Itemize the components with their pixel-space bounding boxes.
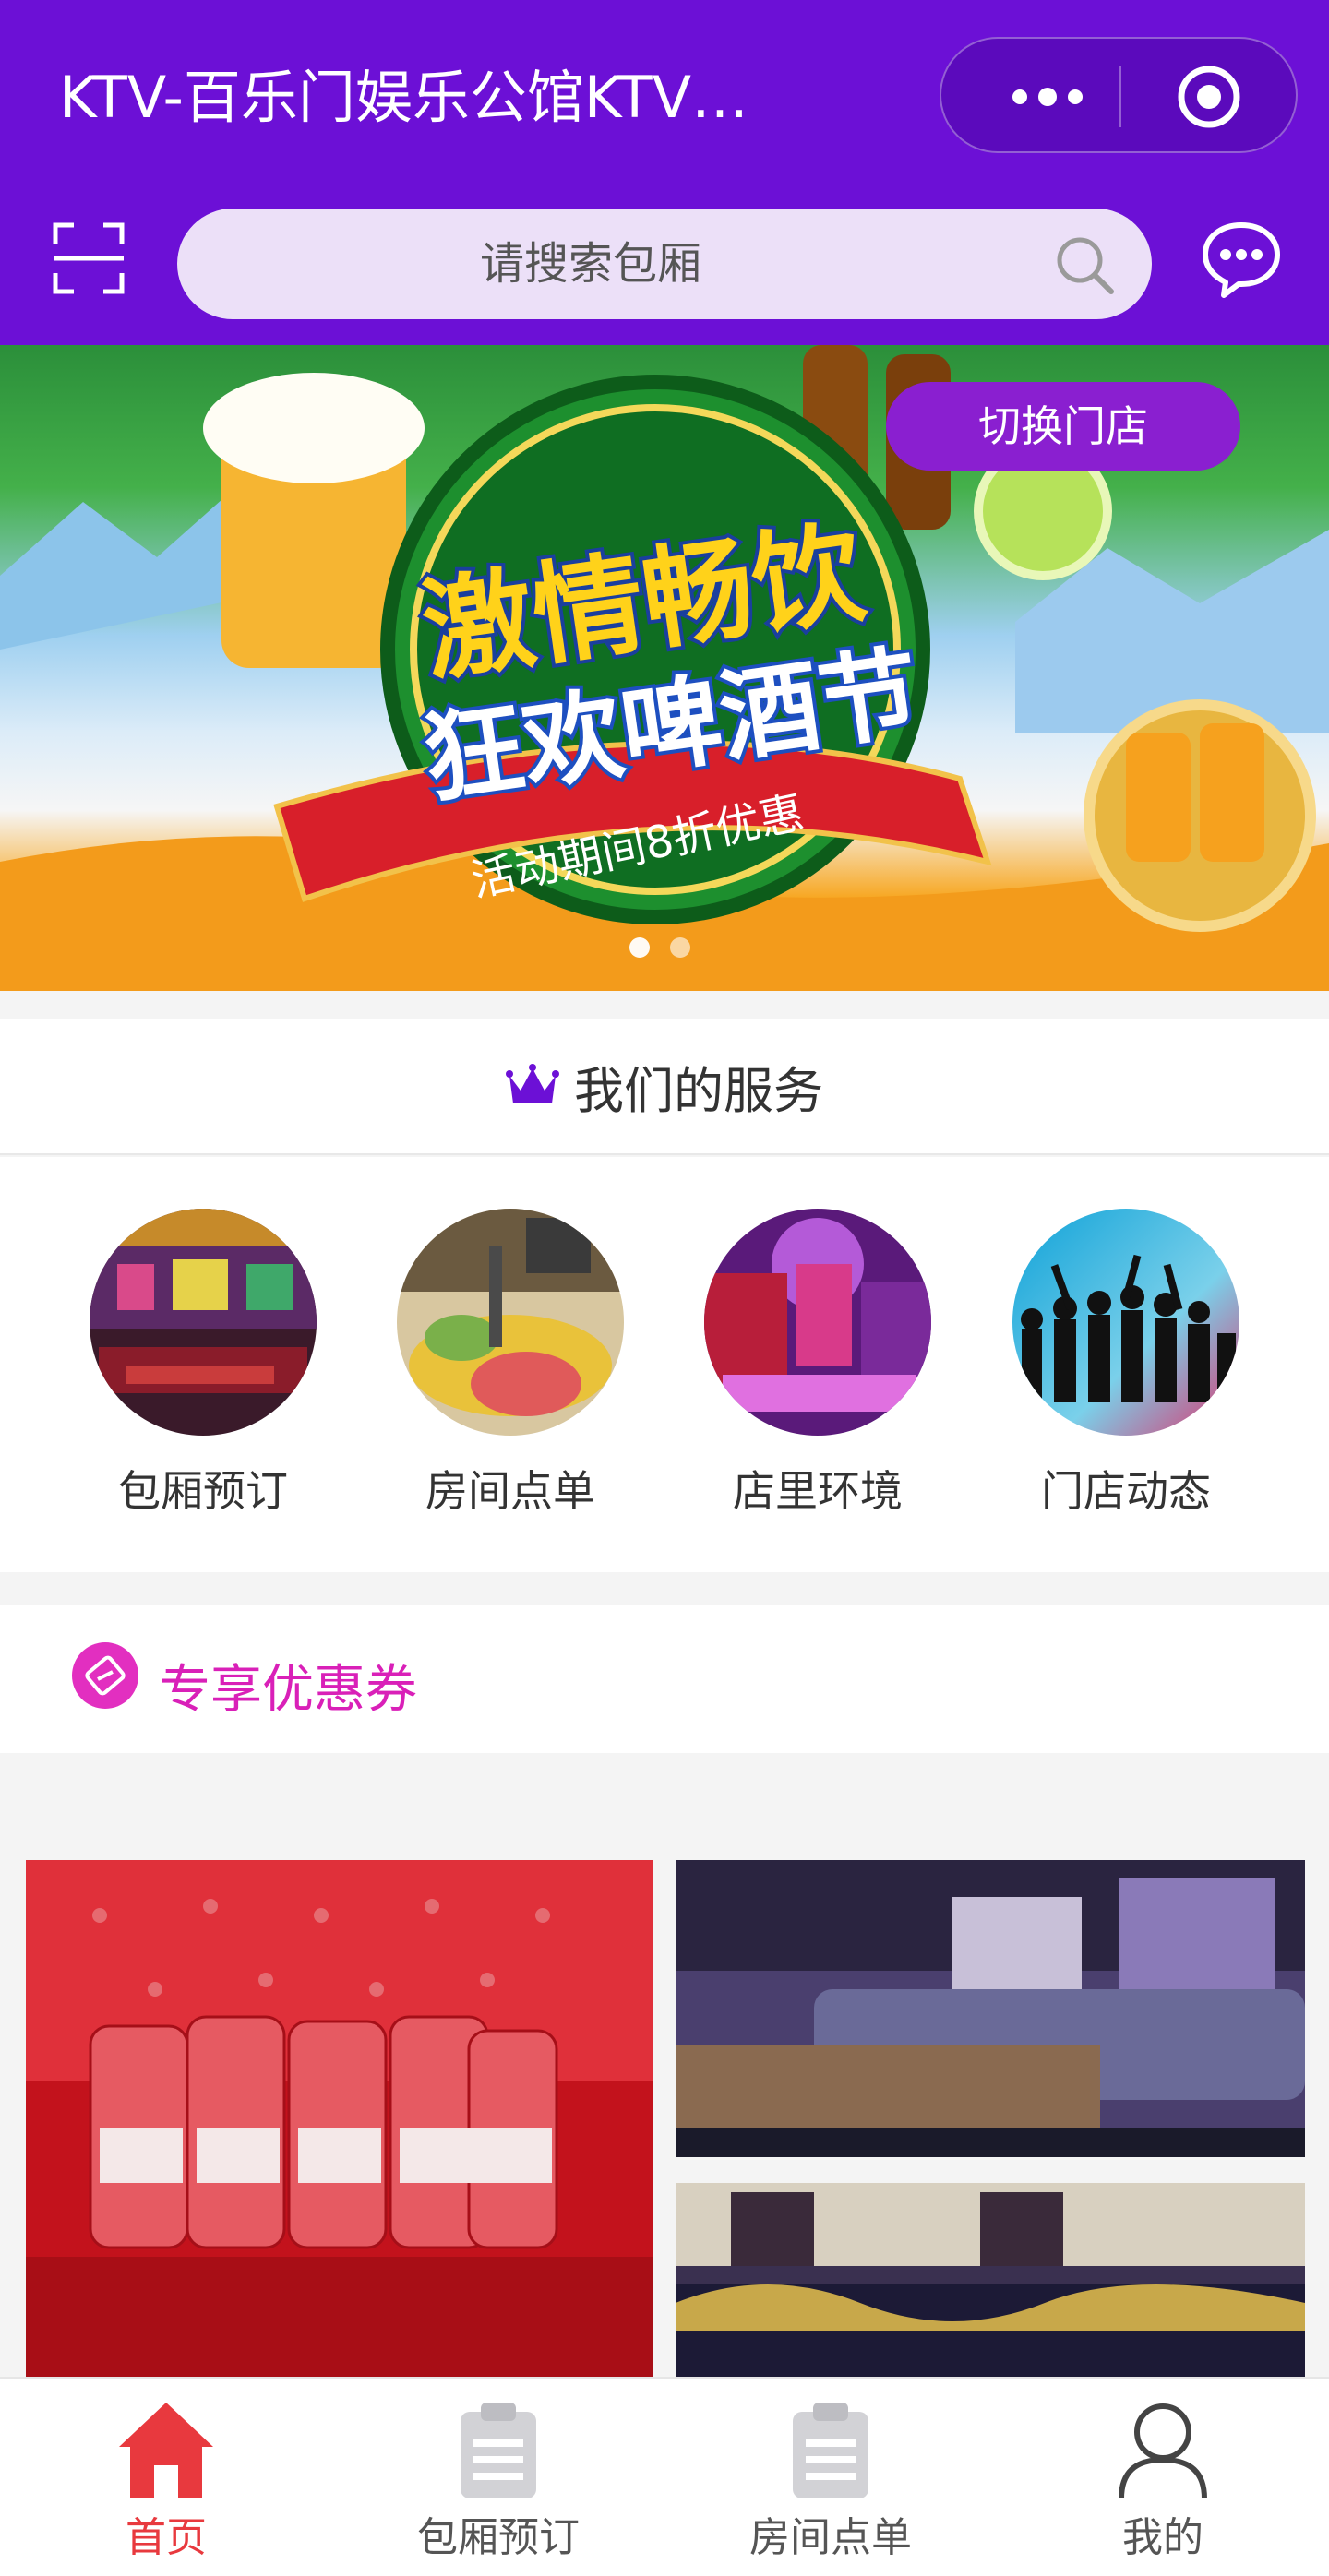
carousel-dot[interactable] bbox=[670, 937, 690, 958]
search-bar[interactable] bbox=[177, 209, 1152, 319]
carousel-dot[interactable] bbox=[629, 937, 650, 958]
tab-label: 我的 bbox=[1122, 2514, 1203, 2561]
gallery-lounge-photo[interactable] bbox=[676, 1860, 1305, 2157]
interior-photo-icon[interactable] bbox=[704, 1209, 931, 1436]
coupon-icon bbox=[72, 1642, 138, 1709]
service-label: 门店动态 bbox=[1041, 1466, 1211, 1516]
user-icon bbox=[1119, 2403, 1207, 2499]
tab-label: 包厢预订 bbox=[417, 2514, 580, 2561]
coupon-section-header[interactable]: 专享优惠券 bbox=[0, 1605, 1329, 1753]
tab-room-booking[interactable]: 包厢预订 bbox=[332, 2379, 664, 2576]
mini-program-capsule bbox=[940, 37, 1298, 153]
services-grid: 包厢预订 房间点单 店里环境 门店动态 bbox=[0, 1157, 1329, 1572]
scan-icon[interactable] bbox=[52, 221, 126, 295]
top-header: KTV-百乐门娱乐公馆KTV… bbox=[0, 0, 1329, 345]
promo-banner[interactable]: 激情畅饮 狂欢啤酒节 活动期间8折优惠 切换门店 bbox=[0, 345, 1329, 991]
bottom-tab-bar: 首页 包厢预订 房间点单 我的 bbox=[0, 2377, 1329, 2576]
party-photo-icon[interactable] bbox=[1012, 1209, 1239, 1436]
coupon-section-title: 专享优惠券 bbox=[159, 1660, 417, 1720]
search-icon[interactable] bbox=[1054, 234, 1115, 295]
service-room-order[interactable]: 房间点单 bbox=[390, 1209, 630, 1516]
clipboard-icon bbox=[461, 2403, 536, 2498]
tab-label: 首页 bbox=[126, 2514, 207, 2561]
services-header: 我们的服务 bbox=[0, 1019, 1329, 1155]
message-icon[interactable] bbox=[1200, 218, 1283, 301]
switch-store-button[interactable]: 切换门店 bbox=[886, 382, 1240, 471]
services-title: 我们的服务 bbox=[574, 1061, 823, 1120]
tab-label: 房间点单 bbox=[749, 2514, 912, 2561]
clipboard-icon bbox=[793, 2403, 868, 2498]
close-program-icon[interactable] bbox=[1177, 65, 1241, 129]
service-label: 房间点单 bbox=[425, 1466, 595, 1516]
service-label: 包厢预订 bbox=[118, 1466, 288, 1516]
service-room-booking[interactable]: 包厢预订 bbox=[83, 1209, 323, 1516]
gallery-beer-photo[interactable] bbox=[26, 1860, 653, 2377]
search-input[interactable] bbox=[177, 209, 1152, 319]
tab-mine[interactable]: 我的 bbox=[997, 2379, 1329, 2576]
service-store-news[interactable]: 门店动态 bbox=[1006, 1209, 1246, 1516]
gallery-hall-photo[interactable] bbox=[676, 2183, 1305, 2377]
tab-room-order[interactable]: 房间点单 bbox=[664, 2379, 997, 2576]
service-label: 店里环境 bbox=[733, 1466, 903, 1516]
carousel-indicator bbox=[629, 937, 690, 958]
more-options-icon[interactable] bbox=[997, 66, 1098, 127]
room-photo-icon[interactable] bbox=[90, 1209, 317, 1436]
crown-icon bbox=[506, 1064, 559, 1103]
capsule-divider bbox=[1119, 66, 1121, 127]
service-store-environment[interactable]: 店里环境 bbox=[698, 1209, 938, 1516]
home-icon bbox=[119, 2403, 213, 2498]
tab-home[interactable]: 首页 bbox=[0, 2379, 332, 2576]
app-title: KTV-百乐门娱乐公馆KTV… bbox=[59, 64, 748, 131]
food-photo-icon[interactable] bbox=[397, 1209, 624, 1436]
